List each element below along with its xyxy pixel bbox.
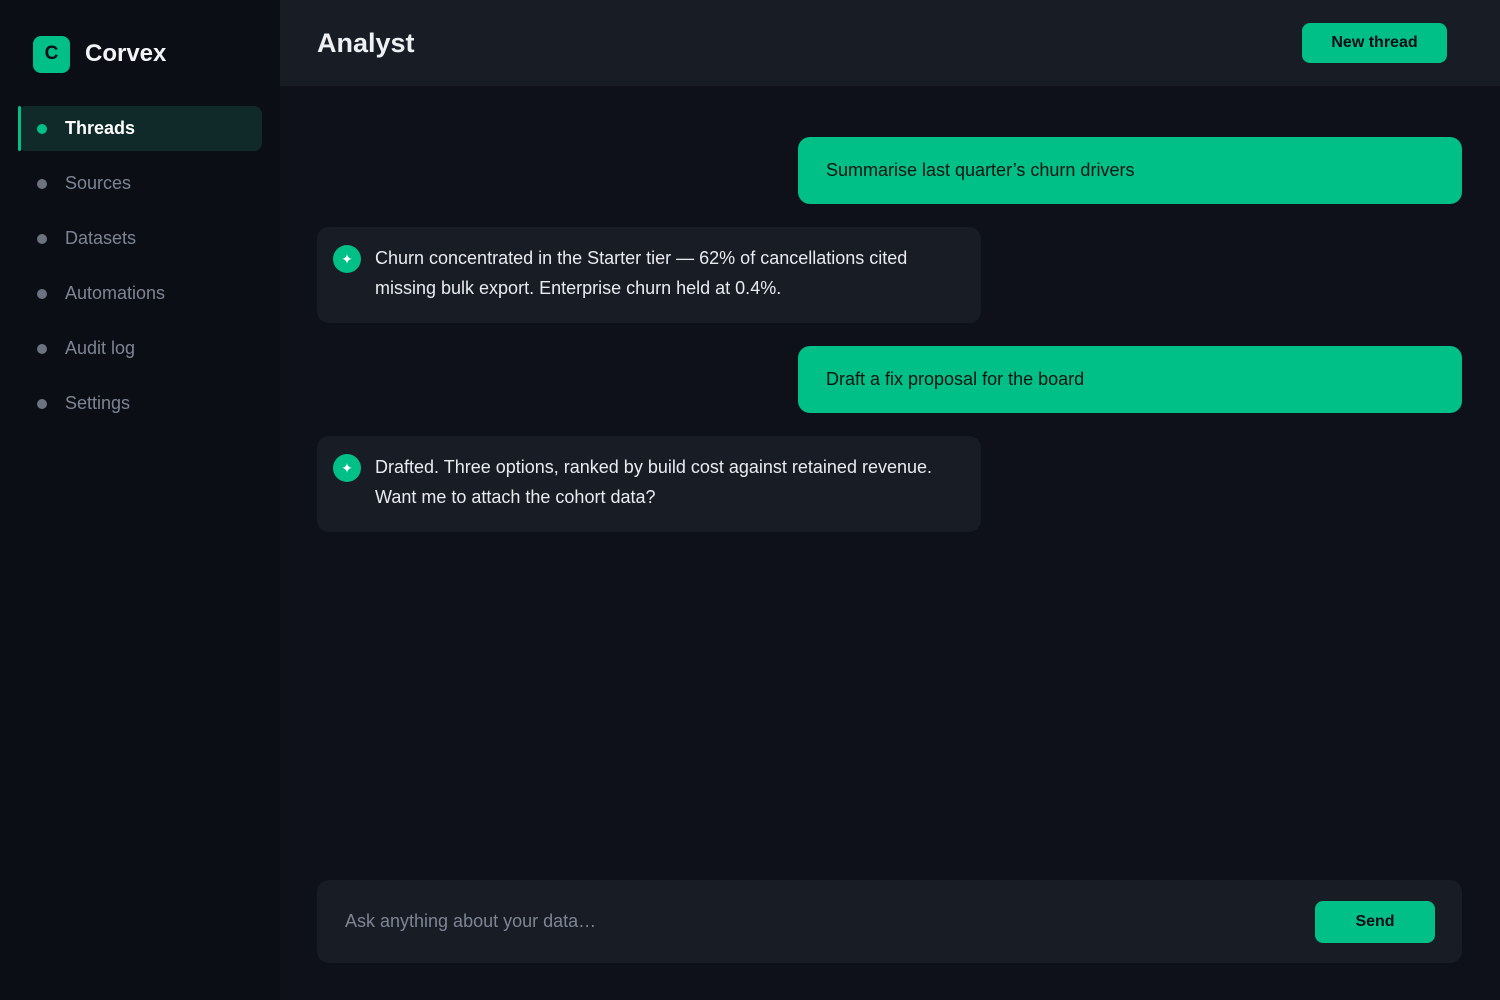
sidebar-item-sources[interactable]: Sources <box>18 161 262 206</box>
sidebar-item-threads[interactable]: Threads <box>18 106 262 151</box>
sidebar-item-datasets[interactable]: Datasets <box>18 216 262 261</box>
sidebar-item-label: Threads <box>65 118 136 138</box>
header: Analyst New thread <box>280 0 1500 86</box>
sidebar-item-settings[interactable]: Settings <box>18 381 262 426</box>
sidebar-item-label: Automations <box>65 283 166 303</box>
sidebar-nav: Threads Sources Datasets Automations Aud… <box>0 106 280 426</box>
brand-name: Corvex <box>85 40 167 67</box>
sparkle-icon: ✦ <box>333 245 361 273</box>
send-button[interactable]: Send <box>1315 900 1435 943</box>
dot-icon <box>37 123 47 134</box>
user-message: Summarise last quarter’s churn drivers <box>798 137 1462 204</box>
message-text: Draft a fix proposal for the board <box>826 369 1085 389</box>
sidebar-item-label: Datasets <box>65 228 137 248</box>
dot-icon <box>37 288 47 299</box>
message-text: Summarise last quarter’s churn drivers <box>826 160 1135 180</box>
user-message: Draft a fix proposal for the board <box>798 346 1462 413</box>
assistant-message: ✦ Drafted. Three options, ranked by buil… <box>317 436 981 532</box>
brand-logo: C <box>33 35 70 73</box>
app-window: C Corvex Threads Sources Datasets Automa… <box>0 0 1500 1000</box>
message-text: Drafted. Three options, ranked by build … <box>375 457 933 507</box>
sidebar-item-audit-log[interactable]: Audit log <box>18 326 262 371</box>
sidebar-item-label: Settings <box>65 393 131 413</box>
dot-icon <box>37 233 47 244</box>
message-text: Churn concentrated in the Starter tier —… <box>375 248 908 298</box>
message-input[interactable] <box>345 911 1315 932</box>
message-list: Summarise last quarter’s churn drivers ✦… <box>317 137 1462 555</box>
dot-icon <box>37 178 47 189</box>
sidebar: C Corvex Threads Sources Datasets Automa… <box>0 0 280 1000</box>
main-panel: Analyst New thread Summarise last quarte… <box>280 0 1500 1000</box>
dot-icon <box>37 398 47 409</box>
sidebar-item-label: Sources <box>65 173 132 193</box>
sparkle-icon: ✦ <box>333 454 361 482</box>
sidebar-item-automations[interactable]: Automations <box>18 271 262 316</box>
new-thread-button[interactable]: New thread <box>1302 23 1447 63</box>
assistant-message: ✦ Churn concentrated in the Starter tier… <box>317 227 981 323</box>
brand: C Corvex <box>0 35 280 73</box>
page-title: Analyst <box>317 27 415 58</box>
sidebar-item-label: Audit log <box>65 338 136 358</box>
composer: Send <box>317 880 1462 963</box>
dot-icon <box>37 343 47 354</box>
